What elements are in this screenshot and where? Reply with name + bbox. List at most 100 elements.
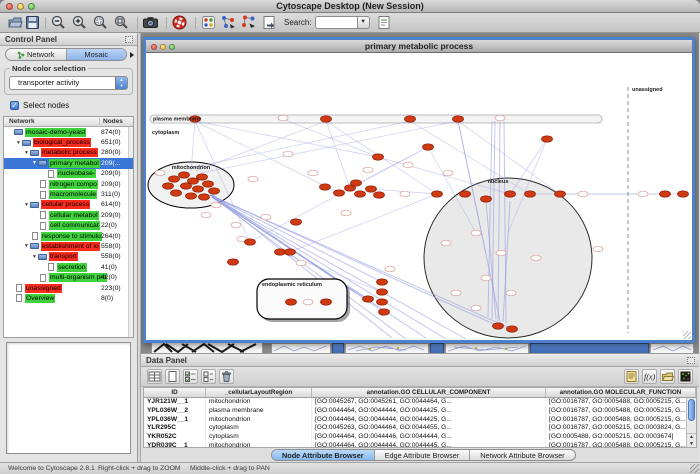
network-node-minor[interactable] xyxy=(506,290,516,296)
network-node-minor[interactable] xyxy=(155,170,165,176)
network-node-minor[interactable] xyxy=(496,250,506,256)
close-button[interactable] xyxy=(151,44,157,50)
tree-row-transport[interactable]: ▼transport558(0) xyxy=(4,252,133,262)
network-node[interactable] xyxy=(377,289,388,295)
layout-network-b-icon[interactable] xyxy=(240,14,257,31)
network-node[interactable] xyxy=(320,184,331,190)
maximize-button[interactable] xyxy=(169,44,175,50)
background-window-fragment[interactable] xyxy=(445,343,529,353)
float-panel-icon[interactable] xyxy=(687,357,695,364)
select-attributes-icon[interactable] xyxy=(183,369,198,384)
network-node[interactable] xyxy=(379,309,390,315)
network-node[interactable] xyxy=(363,296,374,302)
search-input[interactable] xyxy=(315,16,357,29)
network-node[interactable] xyxy=(542,136,553,142)
network-node-minor[interactable] xyxy=(303,299,313,305)
table-row[interactable]: YLR295Ccytoplasm[GO:0045263, GO:0044464,… xyxy=(144,424,696,433)
table-row[interactable]: YJR121W__1mitochondrion[GO:0045267, GO:0… xyxy=(144,398,696,407)
network-node[interactable] xyxy=(555,191,566,197)
import-attributes-icon[interactable] xyxy=(660,369,675,384)
network-tree-header[interactable]: Network Nodes xyxy=(4,117,133,127)
background-window-fragment[interactable] xyxy=(430,343,444,353)
table-row[interactable]: YKR052Ccytoplasm[GO:0044464, GO:0044446,… xyxy=(144,433,696,442)
network-node[interactable] xyxy=(321,299,332,305)
network-node[interactable] xyxy=(291,219,302,225)
network-node[interactable] xyxy=(405,116,416,122)
tree-expander-icon[interactable]: ▼ xyxy=(31,160,38,166)
column-header[interactable]: annotation.GO MOLECULAR_FUNCTION xyxy=(546,388,696,397)
network-node-minor[interactable] xyxy=(211,202,221,208)
tree-column-network[interactable]: Network xyxy=(9,118,35,125)
open-file-icon[interactable] xyxy=(7,14,24,31)
node-color-dropdown[interactable]: transporter activity ▲▼ xyxy=(9,76,128,90)
network-node[interactable] xyxy=(163,183,174,189)
network-node[interactable] xyxy=(481,196,492,202)
network-node[interactable] xyxy=(209,188,220,194)
column-header[interactable]: _cellularLayoutRegion xyxy=(206,388,312,397)
tree-expander-icon[interactable]: ▼ xyxy=(23,150,30,156)
layout-network-a-icon[interactable] xyxy=(220,14,237,31)
network-node[interactable] xyxy=(203,181,214,187)
zoom-selected-region-icon[interactable] xyxy=(92,14,109,31)
tab-network-attribute-browser[interactable]: Network Attribute Browser xyxy=(470,450,574,460)
vizmapper-icon[interactable] xyxy=(200,14,217,31)
window-resize-grip[interactable] xyxy=(683,331,691,339)
take-snapshot-icon[interactable] xyxy=(142,14,159,31)
table-scrollbar-arrows[interactable]: ▲▼ xyxy=(687,433,696,447)
network-node-minor[interactable] xyxy=(248,176,258,182)
network-node[interactable] xyxy=(493,323,504,329)
network-node-minor[interactable] xyxy=(261,214,271,220)
network-node[interactable] xyxy=(286,299,297,305)
network-node[interactable] xyxy=(285,249,296,255)
table-scrollbar-thumb[interactable] xyxy=(688,399,695,421)
tab-edge-attribute-browser[interactable]: Edge Attribute Browser xyxy=(375,450,471,460)
network-node[interactable] xyxy=(505,191,516,197)
background-window-fragment[interactable] xyxy=(650,343,694,353)
tree-row-mosaic-demo-yeast[interactable]: mosaic-demo-yeast874(0) xyxy=(4,127,133,137)
column-header[interactable]: annotation.GO CELLULAR_COMPONENT xyxy=(312,388,546,397)
tree-row-establishment-of-lo[interactable]: ▼establishment of lo558(0) xyxy=(4,241,133,251)
background-window-fragment[interactable] xyxy=(332,343,344,353)
network-node[interactable] xyxy=(373,154,384,160)
network-node-minor[interactable] xyxy=(451,290,461,296)
network-node-minor[interactable] xyxy=(443,170,453,176)
network-node[interactable] xyxy=(351,180,362,186)
tree-row-response-to-stimulu[interactable]: response to stimulu264(0) xyxy=(4,231,133,241)
network-node-minor[interactable] xyxy=(495,115,505,121)
function-builder-icon[interactable]: f(x) xyxy=(642,369,657,384)
tree-expander-icon[interactable]: ▼ xyxy=(23,243,30,249)
network-node[interactable] xyxy=(181,183,192,189)
network-node-minor[interactable] xyxy=(403,162,413,168)
network-node[interactable] xyxy=(366,186,377,192)
background-window-fragment[interactable] xyxy=(271,343,331,353)
tab-overflow-arrow-icon[interactable] xyxy=(130,52,134,58)
network-node[interactable] xyxy=(193,186,204,192)
network-node-minor[interactable] xyxy=(283,151,293,157)
network-node-minor[interactable] xyxy=(593,246,603,252)
background-window-fragment[interactable] xyxy=(151,342,263,353)
unselect-attributes-icon[interactable] xyxy=(201,369,216,384)
network-node-minor[interactable] xyxy=(385,266,395,272)
network-node-minor[interactable] xyxy=(231,222,241,228)
tree-row-cell-communicat[interactable]: cell communicat22(0) xyxy=(4,221,133,231)
tree-row-nitrogen-compo[interactable]: nitrogen compo209(0) xyxy=(4,179,133,189)
network-node[interactable] xyxy=(432,191,443,197)
tree-expander-icon[interactable]: ▼ xyxy=(15,140,22,146)
delete-attribute-icon[interactable] xyxy=(219,369,234,384)
minimize-button[interactable] xyxy=(160,44,166,50)
network-node[interactable] xyxy=(245,239,256,245)
new-attribute-icon[interactable] xyxy=(165,369,180,384)
network-node-minor[interactable] xyxy=(308,170,318,176)
network-node[interactable] xyxy=(423,144,434,150)
network-node[interactable] xyxy=(186,193,197,199)
network-node-minor[interactable] xyxy=(638,191,648,197)
network-node-minor[interactable] xyxy=(441,240,451,246)
network-node[interactable] xyxy=(377,299,388,305)
zoom-in-icon[interactable] xyxy=(71,14,88,31)
network-node[interactable] xyxy=(507,326,518,332)
tab-network[interactable]: Network xyxy=(6,49,67,60)
table-scrollbar[interactable]: ▲▼ xyxy=(686,398,696,447)
tree-row-primary-metabol[interactable]: ▼primary metabol209(... xyxy=(4,158,133,168)
network-node-minor[interactable] xyxy=(481,275,491,281)
search-dropdown-arrow-icon[interactable]: ▼ xyxy=(357,16,370,29)
